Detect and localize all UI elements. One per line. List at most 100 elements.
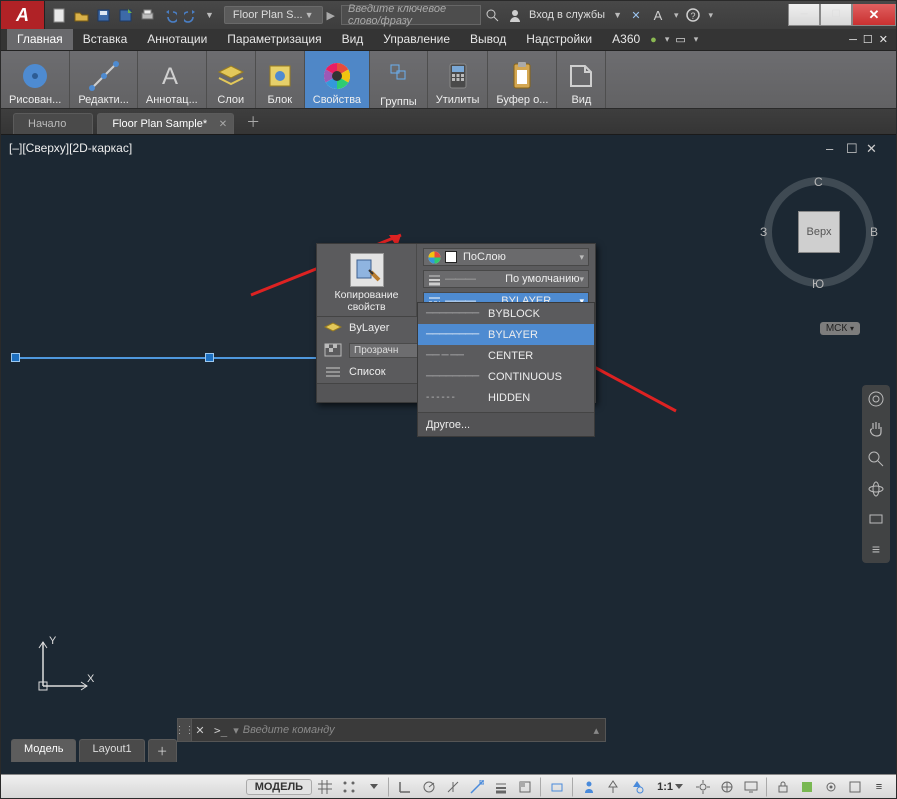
status-sc-icon[interactable]	[546, 777, 568, 797]
status-lock-icon[interactable]	[772, 777, 794, 797]
status-dropdown-icon[interactable]	[362, 777, 384, 797]
status-model-button[interactable]: МОДЕЛЬ	[246, 779, 312, 795]
app-menu-button[interactable]: A	[1, 1, 45, 29]
cmdline-menu-icon[interactable]: ▴	[593, 724, 599, 737]
viewport-maximize-icon[interactable]: ☐	[846, 141, 860, 155]
status-annoscale-icon[interactable]	[602, 777, 624, 797]
panel-modify[interactable]: Редакти...	[70, 51, 138, 108]
panel-layers[interactable]: Слои	[207, 51, 256, 108]
title-caret-icon[interactable]: ▶	[327, 9, 335, 22]
panel-clipboard[interactable]: Буфер о...	[488, 51, 557, 108]
panel-properties[interactable]: Свойства	[305, 51, 370, 108]
drawing-canvas[interactable]: [–][Сверху][2D-каркас] – ☐ ✕ Y X	[1, 135, 896, 774]
linetype-option[interactable]: ── ─ ──CENTER	[418, 345, 594, 366]
lineweight-dropdown[interactable]: ———По умолчанию▾	[423, 270, 589, 288]
nav-showmotion-icon[interactable]	[866, 509, 886, 529]
nav-zoom-icon[interactable]	[866, 449, 886, 469]
status-gear-icon[interactable]	[692, 777, 714, 797]
layout-tab-layout1[interactable]: Layout1	[79, 739, 144, 762]
color-dropdown[interactable]: ПоСлою▾	[423, 248, 589, 266]
qat-dropdown-icon[interactable]: ▼	[205, 10, 214, 20]
linetype-option[interactable]: - - - - - -HIDDEN	[418, 387, 594, 408]
ribbon-collapse-icon[interactable]: ▭	[675, 33, 685, 46]
viewcube[interactable]: Верх С З В Ю	[764, 177, 874, 287]
file-tab-start[interactable]: Начало	[13, 113, 93, 134]
viewport-minimize-icon[interactable]: –	[826, 141, 840, 155]
linetype-option[interactable]: ────────BYLAYER	[418, 324, 594, 345]
panel-draw[interactable]: Рисован...	[1, 51, 70, 108]
status-snap-icon[interactable]	[338, 777, 360, 797]
cmdline-history-icon[interactable]: ▾	[233, 724, 239, 737]
qat-undo-icon[interactable]	[159, 5, 179, 25]
status-osnap-icon[interactable]	[466, 777, 488, 797]
status-iso-icon[interactable]	[442, 777, 464, 797]
a360-icon[interactable]: A	[650, 7, 666, 23]
grip-start[interactable]	[11, 353, 20, 362]
window-minimize-button[interactable]: ─	[788, 4, 820, 26]
ribbon-tab-annotate[interactable]: Аннотации	[137, 29, 217, 50]
viewport-label[interactable]: [–][Сверху][2D-каркас]	[9, 141, 132, 155]
ribbon-tab-home[interactable]: Главная	[7, 29, 73, 50]
window-close-button[interactable]: ✕	[852, 4, 896, 26]
doc-close-icon[interactable]: ✕	[879, 33, 888, 46]
cmdline-close-icon[interactable]: ✕	[192, 724, 208, 737]
status-person-icon[interactable]	[578, 777, 600, 797]
nav-pan-icon[interactable]	[866, 419, 886, 439]
ribbon-tab-manage[interactable]: Управление	[373, 29, 460, 50]
status-customize-icon[interactable]: ≡	[868, 777, 890, 797]
panel-view[interactable]: Вид	[557, 51, 606, 108]
layout-tab-add[interactable]: ＋	[148, 739, 177, 762]
nav-orbit-icon[interactable]	[866, 479, 886, 499]
panel-block[interactable]: Блок	[256, 51, 305, 108]
status-grid-icon[interactable]	[314, 777, 336, 797]
status-annovis-icon[interactable]	[626, 777, 648, 797]
layout-tab-model[interactable]: Модель	[11, 739, 76, 762]
linetype-option[interactable]: ────────CONTINUOUS	[418, 366, 594, 387]
panel-groups[interactable]: Группы	[370, 51, 428, 108]
ribbon-tab-output[interactable]: Вывод	[460, 29, 516, 50]
search-icon[interactable]	[485, 8, 499, 22]
status-polar-icon[interactable]	[418, 777, 440, 797]
qat-open-icon[interactable]	[71, 5, 91, 25]
compass-n[interactable]: С	[814, 175, 823, 189]
status-hardware-icon[interactable]	[796, 777, 818, 797]
status-tpy-icon[interactable]	[514, 777, 536, 797]
nav-wheel-icon[interactable]	[866, 389, 886, 409]
match-properties-button[interactable]: Копирование свойств	[317, 244, 417, 316]
command-line[interactable]: ⋮⋮ ✕ >_ ▾ Введите команду ▴	[177, 718, 606, 742]
status-clean-icon[interactable]	[844, 777, 866, 797]
signin-button[interactable]: Вход в службы	[529, 9, 605, 21]
ribbon-featured-icon[interactable]: ●	[650, 34, 657, 46]
status-ws-icon[interactable]	[716, 777, 738, 797]
ribbon-tab-insert[interactable]: Вставка	[73, 29, 138, 50]
compass-w[interactable]: З	[760, 225, 767, 239]
exchange-icon[interactable]: ✕	[628, 7, 644, 23]
qat-new-icon[interactable]	[49, 5, 69, 25]
file-tab-document[interactable]: Floor Plan Sample*✕	[97, 113, 234, 134]
qat-print-icon[interactable]	[137, 5, 157, 25]
panel-utilities[interactable]: Утилиты	[428, 51, 489, 108]
compass-s[interactable]: Ю	[812, 277, 824, 291]
status-monitor-icon[interactable]	[740, 777, 762, 797]
linetype-option[interactable]: ────────BYBLOCK	[418, 303, 594, 324]
status-ortho-icon[interactable]	[394, 777, 416, 797]
search-input[interactable]: Введите ключевое слово/фразу	[341, 5, 481, 25]
panel-annotation[interactable]: A Аннотац...	[138, 51, 207, 108]
grip-mid[interactable]	[205, 353, 214, 362]
nav-more-icon[interactable]: ≡	[866, 539, 886, 559]
linetype-other-button[interactable]: Другое...	[418, 412, 594, 436]
doc-minimize-icon[interactable]: ─	[849, 34, 857, 46]
qat-saveas-icon[interactable]	[115, 5, 135, 25]
viewcube-face[interactable]: Верх	[798, 211, 840, 253]
status-scale-button[interactable]: 1:1	[650, 777, 690, 797]
cmdline-grip-icon[interactable]: ⋮⋮	[178, 719, 192, 741]
ribbon-tab-a360[interactable]: A360	[602, 29, 650, 50]
qat-save-icon[interactable]	[93, 5, 113, 25]
qat-redo-icon[interactable]	[181, 5, 201, 25]
ribbon-tab-addins[interactable]: Надстройки	[516, 29, 602, 50]
window-maximize-button[interactable]: ☐	[820, 4, 852, 26]
status-isolate-icon[interactable]	[820, 777, 842, 797]
ucs-badge[interactable]: МСК ▾	[820, 322, 860, 335]
doc-restore-icon[interactable]: ☐	[863, 33, 873, 46]
close-icon[interactable]: ✕	[219, 119, 227, 130]
